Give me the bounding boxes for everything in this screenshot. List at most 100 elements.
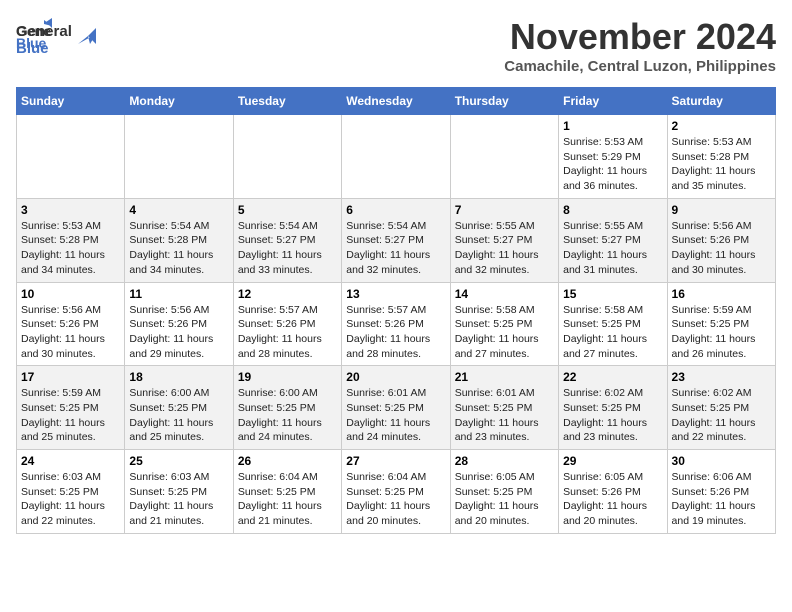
day-info: Sunrise: 6:05 AM Sunset: 5:25 PM Dayligh… [455,470,554,529]
day-info: Sunrise: 5:54 AM Sunset: 5:28 PM Dayligh… [129,219,228,278]
day-number: 5 [238,203,337,217]
calendar-cell: 26 Sunrise: 6:04 AM Sunset: 5:25 PM Dayli… [233,450,341,534]
day-info: Sunrise: 5:56 AM Sunset: 5:26 PM Dayligh… [672,219,771,278]
calendar-week-row: 3 Sunrise: 5:53 AM Sunset: 5:28 PM Daylig… [17,198,776,282]
day-number: 18 [129,370,228,384]
day-info: Sunrise: 6:06 AM Sunset: 5:26 PM Dayligh… [672,470,771,529]
calendar-cell: 4 Sunrise: 5:54 AM Sunset: 5:28 PM Daylig… [125,198,233,282]
day-info: Sunrise: 5:57 AM Sunset: 5:26 PM Dayligh… [238,303,337,362]
day-number: 23 [672,370,771,384]
calendar-cell [125,115,233,199]
day-info: Sunrise: 6:03 AM Sunset: 5:25 PM Dayligh… [129,470,228,529]
calendar-cell: 30 Sunrise: 6:06 AM Sunset: 5:26 PM Dayli… [667,450,775,534]
calendar-cell: 10Sunrise: 5:56 AM Sunset: 5:26 PM Dayli… [17,282,125,366]
calendar-cell: 9 Sunrise: 5:56 AM Sunset: 5:26 PM Daylig… [667,198,775,282]
day-number: 19 [238,370,337,384]
day-number: 16 [672,287,771,301]
calendar-cell: 20 Sunrise: 6:01 AM Sunset: 5:25 PM Dayli… [342,366,450,450]
day-info: Sunrise: 5:57 AM Sunset: 5:26 PM Dayligh… [346,303,445,362]
calendar-cell: 18 Sunrise: 6:00 AM Sunset: 5:25 PM Dayli… [125,366,233,450]
day-number: 21 [455,370,554,384]
title-block: November 2024 Camachile, Central Luzon, … [504,16,776,75]
day-number: 2 [672,119,771,133]
calendar-week-row: 1Sunrise: 5:53 AM Sunset: 5:29 PM Daylig… [17,115,776,199]
day-number: 15 [563,287,662,301]
day-info: Sunrise: 5:53 AM Sunset: 5:28 PM Dayligh… [21,219,120,278]
weekday-header: Monday [125,88,233,115]
day-number: 29 [563,454,662,468]
day-number: 30 [672,454,771,468]
day-number: 6 [346,203,445,217]
calendar-cell: 5 Sunrise: 5:54 AM Sunset: 5:27 PM Daylig… [233,198,341,282]
day-number: 22 [563,370,662,384]
logo-blue: Blue [16,41,72,58]
day-number: 4 [129,203,228,217]
day-number: 25 [129,454,228,468]
weekday-header-row: SundayMondayTuesdayWednesdayThursdayFrid… [17,88,776,115]
day-info: Sunrise: 6:01 AM Sunset: 5:25 PM Dayligh… [455,386,554,445]
day-info: Sunrise: 5:58 AM Sunset: 5:25 PM Dayligh… [563,303,662,362]
logo-general: General [16,24,72,41]
day-info: Sunrise: 5:56 AM Sunset: 5:26 PM Dayligh… [129,303,228,362]
day-info: Sunrise: 5:54 AM Sunset: 5:27 PM Dayligh… [346,219,445,278]
day-info: Sunrise: 5:53 AM Sunset: 5:28 PM Dayligh… [672,135,771,194]
calendar-week-row: 10 Sunrise: 5:56 AM Sunset: 5:26 PM Dayli… [17,282,776,366]
day-number: 26 [238,454,337,468]
day-number: 11 [129,287,228,301]
day-number: 10 [21,287,120,301]
calendar-cell: 6 Sunrise: 5:54 AM Sunset: 5:27 PM Daylig… [342,198,450,282]
logo-bird-arrow-icon [74,26,96,48]
day-info: Sunrise: 5:59 AM Sunset: 5:25 PM Dayligh… [672,303,771,362]
day-number: 8 [563,203,662,217]
day-info: Sunrise: 6:02 AM Sunset: 5:25 PM Dayligh… [563,386,662,445]
weekday-header: Friday [559,88,667,115]
day-info: Sunrise: 6:04 AM Sunset: 5:25 PM Dayligh… [238,470,337,529]
weekday-header: Saturday [667,88,775,115]
day-info: Sunrise: 6:00 AM Sunset: 5:25 PM Dayligh… [238,386,337,445]
day-number: 20 [346,370,445,384]
calendar-cell [17,115,125,199]
calendar-cell: 8 Sunrise: 5:55 AM Sunset: 5:27 PM Daylig… [559,198,667,282]
weekday-header: Thursday [450,88,558,115]
calendar-cell: 13Sunrise: 5:57 AM Sunset: 5:26 PM Dayli… [342,282,450,366]
day-info: Sunrise: 6:00 AM Sunset: 5:25 PM Dayligh… [129,386,228,445]
page-header: General Blue General Blue November 2024 … [16,16,776,75]
day-number: 3 [21,203,120,217]
day-info: Sunrise: 5:54 AM Sunset: 5:27 PM Dayligh… [238,219,337,278]
day-number: 28 [455,454,554,468]
day-number: 9 [672,203,771,217]
calendar-table: SundayMondayTuesdayWednesdayThursdayFrid… [16,87,776,534]
weekday-header: Sunday [17,88,125,115]
calendar-cell: 23 Sunrise: 6:02 AM Sunset: 5:25 PM Dayli… [667,366,775,450]
location-title: Camachile, Central Luzon, Philippines [504,58,776,75]
calendar-cell [342,115,450,199]
calendar-week-row: 24 Sunrise: 6:03 AM Sunset: 5:25 PM Dayli… [17,450,776,534]
logo: General Blue General Blue [16,16,96,57]
calendar-cell: 21 Sunrise: 6:01 AM Sunset: 5:25 PM Dayli… [450,366,558,450]
calendar-cell [450,115,558,199]
day-number: 27 [346,454,445,468]
calendar-cell: 27 Sunrise: 6:04 AM Sunset: 5:25 PM Dayli… [342,450,450,534]
day-info: Sunrise: 6:01 AM Sunset: 5:25 PM Dayligh… [346,386,445,445]
day-number: 7 [455,203,554,217]
calendar-cell: 29Sunrise: 6:05 AM Sunset: 5:26 PM Dayli… [559,450,667,534]
calendar-cell: 3 Sunrise: 5:53 AM Sunset: 5:28 PM Daylig… [17,198,125,282]
day-number: 14 [455,287,554,301]
calendar-cell: 24Sunrise: 6:03 AM Sunset: 5:25 PM Dayli… [17,450,125,534]
calendar-cell: 17Sunrise: 5:59 AM Sunset: 5:25 PM Dayli… [17,366,125,450]
calendar-cell: 16 Sunrise: 5:59 AM Sunset: 5:25 PM Dayli… [667,282,775,366]
day-info: Sunrise: 5:55 AM Sunset: 5:27 PM Dayligh… [563,219,662,278]
day-info: Sunrise: 6:02 AM Sunset: 5:25 PM Dayligh… [672,386,771,445]
day-info: Sunrise: 6:04 AM Sunset: 5:25 PM Dayligh… [346,470,445,529]
calendar-cell: 15 Sunrise: 5:58 AM Sunset: 5:25 PM Dayli… [559,282,667,366]
day-number: 12 [238,287,337,301]
calendar-cell: 12 Sunrise: 5:57 AM Sunset: 5:26 PM Dayli… [233,282,341,366]
calendar-cell: 19 Sunrise: 6:00 AM Sunset: 5:25 PM Dayli… [233,366,341,450]
calendar-cell: 1Sunrise: 5:53 AM Sunset: 5:29 PM Daylig… [559,115,667,199]
day-info: Sunrise: 5:55 AM Sunset: 5:27 PM Dayligh… [455,219,554,278]
calendar-cell: 11 Sunrise: 5:56 AM Sunset: 5:26 PM Dayli… [125,282,233,366]
day-number: 24 [21,454,120,468]
calendar-cell: 7 Sunrise: 5:55 AM Sunset: 5:27 PM Daylig… [450,198,558,282]
calendar-cell: 2 Sunrise: 5:53 AM Sunset: 5:28 PM Daylig… [667,115,775,199]
calendar-week-row: 17Sunrise: 5:59 AM Sunset: 5:25 PM Dayli… [17,366,776,450]
